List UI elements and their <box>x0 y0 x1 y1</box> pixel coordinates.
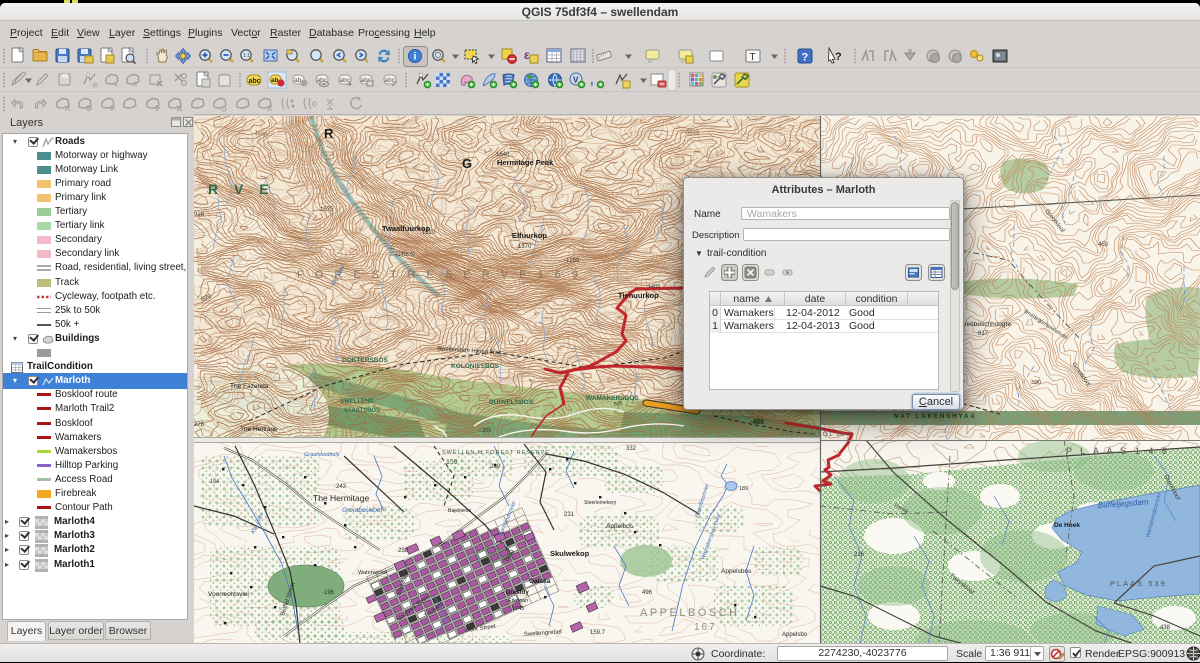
svg-text:Galaka: Galaka <box>529 578 551 585</box>
svg-text:P L A A S 1 4 6: P L A A S 1 4 6 <box>1066 446 1170 456</box>
svg-text:1100: 1100 <box>685 129 699 135</box>
svg-text:APPELBOSQ1 164: APPELBOSQ1 164 <box>780 431 850 438</box>
svg-text:Bajekierks: Bajekierks <box>448 508 472 514</box>
svg-text:Appelbos: Appelbos <box>606 523 634 530</box>
svg-text:269: 269 <box>490 464 501 470</box>
svg-text:1520: 1520 <box>422 230 436 236</box>
svg-text:Graafsloothuis: Graafsloothuis <box>304 452 340 458</box>
svg-text:SWELLEND: SWELLEND <box>340 399 374 405</box>
svg-text:Grootboskloof: Grootboskloof <box>342 507 384 514</box>
svg-text:G: G <box>462 156 472 171</box>
svg-text:496: 496 <box>642 590 653 596</box>
svg-text:Appelsbo: Appelsbo <box>782 632 808 638</box>
svg-text:De Hoek: De Hoek <box>1054 522 1080 529</box>
svg-text:Elfuurkop: Elfuurkop <box>512 231 547 240</box>
svg-text:·196: ·196 <box>322 590 335 596</box>
svg-text:ab: ab <box>294 77 302 84</box>
svg-text:NAT LAKENSHYAA: NAT LAKENSHYAA <box>894 414 977 420</box>
svg-text:WAMAKERSBOS: WAMAKERSBOS <box>586 395 639 402</box>
svg-text:R V E: R V E <box>208 181 275 197</box>
svg-text:Etkrlaan: Etkrlaan <box>508 598 528 604</box>
svg-text:ε: ε <box>524 48 530 62</box>
svg-text:·463: ·463 <box>1096 242 1109 248</box>
svg-text:The Fazenda: The Fazenda <box>230 383 269 390</box>
svg-text:T: T <box>750 52 756 63</box>
svg-text:104: 104 <box>210 479 219 485</box>
svg-text:·1489: ·1489 <box>646 284 660 290</box>
svg-text:Breëboschhoogte: Breëboschhoogte <box>960 321 1011 328</box>
svg-text:·817: ·817 <box>976 331 989 337</box>
svg-text:abc: abc <box>249 78 261 85</box>
svg-text:332: 332 <box>626 446 637 452</box>
svg-text:231: 231 <box>564 512 575 518</box>
svg-text:1:1: 1:1 <box>243 53 250 59</box>
svg-text:?: ? <box>802 52 809 64</box>
svg-text:APPELBÖSCH: APPELBÖSCH <box>640 607 740 619</box>
svg-text:SWELLEN M FOREST RESERVE: SWELLEN M FOREST RESERVE <box>442 450 550 456</box>
svg-text:Skulwekop: Skulwekop <box>550 549 590 558</box>
svg-text:Drostdy: Drostdy <box>506 590 529 596</box>
svg-text:276: 276 <box>194 422 205 428</box>
svg-text:159: 159 <box>446 459 458 466</box>
svg-text:Steeriemekery: Steeriemekery <box>584 500 617 506</box>
svg-text:a: a <box>133 81 137 88</box>
svg-text:·1370: ·1370 <box>516 244 532 250</box>
svg-text:i: i <box>414 52 417 63</box>
svg-text:·1075: ·1075 <box>318 207 334 213</box>
svg-text:R: R <box>324 126 334 141</box>
svg-text:○305: ○305 <box>478 428 492 434</box>
svg-text:,: , <box>590 72 594 87</box>
svg-text:The Heritage: The Heritage <box>240 426 278 433</box>
svg-text:·488: ·488 <box>750 419 764 426</box>
svg-text:(1428.6): (1428.6) <box>396 252 415 258</box>
svg-text:·238: ·238 <box>396 548 409 554</box>
svg-text:DUIWELSBOS: DUIWELSBOS <box>489 399 534 406</box>
svg-text:Appelsbos: Appelsbos <box>721 568 752 575</box>
svg-text:△: △ <box>390 244 395 250</box>
svg-text:159.7: 159.7 <box>590 630 606 636</box>
svg-text:167: 167 <box>694 622 717 633</box>
svg-text:STAATSBOS: STAATSBOS <box>344 408 380 414</box>
svg-text:1745: 1745 <box>512 606 524 612</box>
svg-text:216: 216 <box>854 552 865 558</box>
svg-text:189: 189 <box>739 486 748 492</box>
svg-text:Waterwerke: Waterwerke <box>358 570 387 576</box>
svg-text:abc: abc <box>317 77 328 84</box>
svg-text:928: 928 <box>194 212 205 218</box>
svg-text:Voorrechtsvlei: Voorrechtsvlei <box>208 591 249 598</box>
svg-text:PLAAS 539: PLAAS 539 <box>1110 579 1167 588</box>
svg-text:KOLONIESBOS: KOLONIESBOS <box>451 363 500 370</box>
svg-text:·243: ·243 <box>334 484 347 490</box>
svg-text:The Hermitage: The Hermitage <box>313 493 369 503</box>
svg-text:580: 580 <box>1032 380 1041 386</box>
svg-text:DOKTERSBOS: DOKTERSBOS <box>342 357 389 364</box>
svg-text:·1269: ·1269 <box>564 258 580 264</box>
svg-text:?: ? <box>835 51 842 63</box>
svg-text:abc: abc <box>340 77 351 84</box>
svg-text:438: 438 <box>1160 625 1171 631</box>
svg-text:Hermitage Peak: Hermitage Peak <box>497 158 554 167</box>
svg-text:Tienuurkop: Tienuurkop <box>618 291 659 300</box>
